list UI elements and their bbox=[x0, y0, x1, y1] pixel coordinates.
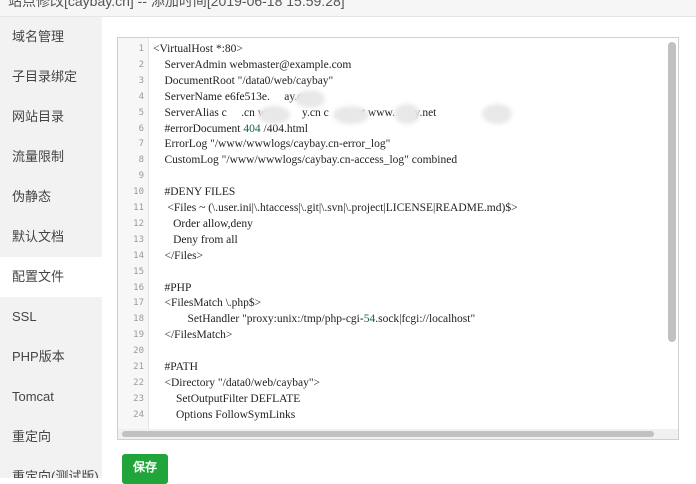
code-line: <Files ~ (\.user.ini|\.htaccess|\.git|\.… bbox=[153, 202, 518, 214]
code-line: CustomLog "/www/wwwlogs/caybay.cn-access… bbox=[153, 154, 458, 167]
code-line: Order allow,deny bbox=[153, 217, 253, 230]
horizontal-scrollbar[interactable] bbox=[118, 429, 678, 439]
redaction-blur bbox=[333, 106, 369, 124]
line-number: 4 bbox=[138, 91, 144, 102]
vertical-scrollbar[interactable] bbox=[668, 42, 676, 342]
config-editor[interactable]: 1 2 3 4 5 6 7 8 9 10 11 12 13 14 15 16 17 18 19 20 21 22 23 24 … bbox=[117, 37, 679, 440]
line-number: 9 bbox=[138, 171, 144, 182]
sidebar-item[interactable]: SSL bbox=[0, 297, 102, 337]
line-number: 7 bbox=[138, 139, 144, 150]
sidebar-item[interactable]: 默认文档 bbox=[0, 217, 102, 257]
code-line: </FilesMatch> bbox=[153, 329, 233, 342]
line-number: 14 bbox=[133, 250, 144, 261]
redaction-blur bbox=[482, 104, 512, 124]
line-number: 6 bbox=[138, 123, 144, 134]
sidebar-item[interactable]: 流量限制 bbox=[0, 137, 102, 177]
sidebar-item[interactable]: 子目录绑定 bbox=[0, 57, 102, 97]
code-line: ServerName e6fe513e. ay.cn bbox=[153, 90, 309, 103]
code-line: ServerAdmin webmaster@example.com bbox=[153, 58, 352, 71]
line-number: 1 bbox=[138, 44, 144, 54]
sidebar-item[interactable]: 网站目录 bbox=[0, 97, 102, 137]
code-line: #DENY FILES bbox=[153, 186, 236, 199]
code-line: ErrorLog "/www/wwwlogs/caybay.cn-error_l… bbox=[153, 138, 391, 151]
code-line: SetHandler "proxy:unix:/tmp/php-cgi-54.s… bbox=[153, 313, 476, 326]
sidebar-item[interactable]: 重定向 bbox=[0, 417, 102, 457]
code-line: #errorDocument 404 /404.html bbox=[153, 122, 308, 135]
line-number: 23 bbox=[133, 393, 144, 404]
code-line: #PHP bbox=[153, 281, 192, 294]
line-number: 24 bbox=[133, 409, 144, 420]
line-number: 22 bbox=[133, 377, 144, 388]
line-number: 3 bbox=[138, 75, 144, 86]
window-title-bar: 站点修改[caybay.cn] -- 添加时间[2019-06-18 15:59… bbox=[0, 0, 696, 17]
window-title: 站点修改[caybay.cn] -- 添加时间[2019-06-18 15:59… bbox=[8, 0, 345, 9]
code-line: <Directory "/data0/web/caybay"> bbox=[153, 376, 321, 389]
redaction-blur bbox=[258, 106, 290, 124]
sidebar-item[interactable]: 重定向(测试版) bbox=[0, 457, 102, 478]
line-number: 16 bbox=[133, 282, 144, 293]
code-line: #PATH bbox=[153, 361, 198, 373]
line-number: 20 bbox=[133, 346, 144, 357]
save-button[interactable]: 保存 bbox=[122, 454, 168, 484]
line-number: 8 bbox=[138, 155, 144, 166]
code-line: </Files> bbox=[153, 249, 204, 262]
sidebar: 域名管理 子目录绑定 网站目录 流量限制 伪静态 默认文档 配置文件 SSL PHP版本 Tomc… bbox=[0, 17, 102, 478]
line-number: 5 bbox=[138, 107, 144, 118]
horizontal-scrollbar-thumb[interactable] bbox=[122, 431, 654, 437]
code-line: SetOutputFilter DEFLATE bbox=[153, 392, 301, 405]
redaction-blur bbox=[394, 104, 420, 124]
redaction-blur bbox=[295, 90, 325, 108]
sidebar-item[interactable]: 配置文件 bbox=[0, 257, 102, 297]
code-line: <VirtualHost *:80> bbox=[153, 43, 243, 55]
line-number: 18 bbox=[133, 314, 144, 325]
line-number: 2 bbox=[138, 59, 144, 70]
line-number: 13 bbox=[133, 234, 144, 245]
line-number-gutter: 1 2 3 4 5 6 7 8 9 10 11 12 13 14 15 16 17 18 19 20 21 22 23 24 bbox=[118, 38, 149, 439]
sidebar-item[interactable]: Tomcat bbox=[0, 377, 102, 417]
sidebar-item[interactable]: 伪静态 bbox=[0, 177, 102, 217]
sidebar-item[interactable]: PHP版本 bbox=[0, 337, 102, 377]
line-number: 11 bbox=[133, 203, 144, 213]
line-number: 19 bbox=[133, 330, 144, 341]
line-number: 21 bbox=[133, 362, 144, 372]
line-number: 10 bbox=[133, 187, 144, 198]
code-line: Deny from all bbox=[153, 233, 238, 246]
code-line: Options FollowSymLinks bbox=[153, 408, 296, 421]
code-line: <FilesMatch \.php$> bbox=[153, 297, 262, 310]
line-number: 15 bbox=[133, 266, 144, 277]
line-number: 12 bbox=[133, 218, 144, 229]
code-line: DocumentRoot "/data0/web/caybay" bbox=[153, 74, 334, 87]
sidebar-item[interactable]: 域名管理 bbox=[0, 17, 102, 57]
line-number: 17 bbox=[133, 298, 144, 309]
